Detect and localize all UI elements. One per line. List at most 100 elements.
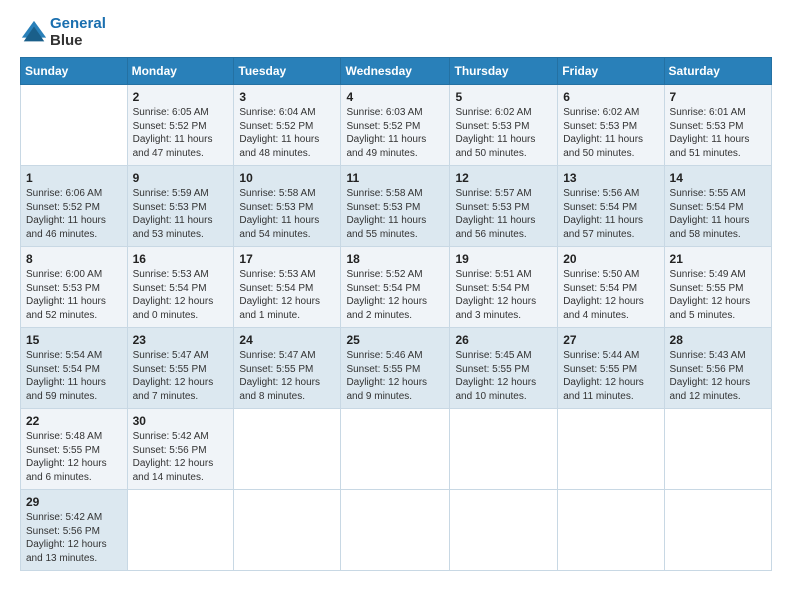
calendar-day-21: 21 Sunrise: 5:49 AM Sunset: 5:55 PM Dayli… (664, 247, 771, 328)
calendar-week-2: 1 Sunrise: 6:06 AM Sunset: 5:52 PM Daylig… (21, 166, 772, 247)
day-info: Sunrise: 6:00 AM Sunset: 5:53 PM Dayligh… (26, 268, 122, 322)
calendar-day-12: 12 Sunrise: 5:57 AM Sunset: 5:53 PM Dayli… (450, 166, 558, 247)
empty-cell (127, 490, 234, 571)
empty-cell (341, 490, 450, 571)
day-number: 18 (346, 252, 444, 266)
calendar-day-20: 20Sunrise: 5:50 AM Sunset: 5:54 PM Dayli… (558, 247, 664, 328)
calendar-day-14: 14Sunrise: 5:55 AM Sunset: 5:54 PM Dayli… (664, 166, 771, 247)
day-number: 11 (346, 171, 444, 185)
day-info: Sunrise: 5:49 AM Sunset: 5:55 PM Dayligh… (670, 268, 766, 322)
calendar-day-9: 9 Sunrise: 5:59 AM Sunset: 5:53 PM Daylig… (127, 166, 234, 247)
calendar-day-11: 11 Sunrise: 5:58 AM Sunset: 5:53 PM Dayli… (341, 166, 450, 247)
calendar-day-8: 8 Sunrise: 6:00 AM Sunset: 5:53 PM Daylig… (21, 247, 128, 328)
day-info: Sunrise: 5:53 AM Sunset: 5:54 PM Dayligh… (239, 268, 335, 322)
day-info: Sunrise: 5:45 AM Sunset: 5:55 PM Dayligh… (455, 349, 552, 403)
day-number: 16 (133, 252, 229, 266)
day-info: Sunrise: 5:51 AM Sunset: 5:54 PM Dayligh… (455, 268, 552, 322)
day-number: 6 (563, 90, 658, 104)
calendar-day-17: 17 Sunrise: 5:53 AM Sunset: 5:54 PM Dayli… (234, 247, 341, 328)
calendar-day-25: 25 Sunrise: 5:46 AM Sunset: 5:55 PM Dayli… (341, 328, 450, 409)
day-number: 1 (26, 171, 122, 185)
calendar-day-13: 13 Sunrise: 5:56 AM Sunset: 5:54 PM Dayli… (558, 166, 664, 247)
calendar-day-24: 24 Sunrise: 5:47 AM Sunset: 5:55 PM Dayli… (234, 328, 341, 409)
day-info: Sunrise: 6:01 AM Sunset: 5:53 PM Dayligh… (670, 106, 766, 160)
day-header-friday: Friday (558, 58, 664, 85)
day-number: 26 (455, 333, 552, 347)
day-header-monday: Monday (127, 58, 234, 85)
day-header-sunday: Sunday (21, 58, 128, 85)
calendar-day-30: 30 Sunrise: 5:42 AM Sunset: 5:56 PM Dayli… (127, 409, 234, 490)
day-number: 19 (455, 252, 552, 266)
calendar-table: SundayMondayTuesdayWednesdayThursdayFrid… (20, 57, 772, 571)
calendar-header-row: SundayMondayTuesdayWednesdayThursdayFrid… (21, 58, 772, 85)
day-info: Sunrise: 5:52 AM Sunset: 5:54 PM Dayligh… (346, 268, 444, 322)
day-info: Sunrise: 6:04 AM Sunset: 5:52 PM Dayligh… (239, 106, 335, 160)
calendar-week-1: 2Sunrise: 6:05 AM Sunset: 5:52 PM Daylig… (21, 85, 772, 166)
day-number: 3 (239, 90, 335, 104)
empty-cell (234, 409, 341, 490)
day-info: Sunrise: 5:59 AM Sunset: 5:53 PM Dayligh… (133, 187, 229, 241)
day-number: 25 (346, 333, 444, 347)
calendar-day-23: 23 Sunrise: 5:47 AM Sunset: 5:55 PM Dayli… (127, 328, 234, 409)
empty-cell (450, 490, 558, 571)
day-number: 15 (26, 333, 122, 347)
logo-text: General Blue (50, 16, 106, 49)
day-number: 13 (563, 171, 658, 185)
day-header-tuesday: Tuesday (234, 58, 341, 85)
day-number: 28 (670, 333, 766, 347)
day-number: 30 (133, 414, 229, 428)
day-info: Sunrise: 5:54 AM Sunset: 5:54 PM Dayligh… (26, 349, 122, 403)
day-info: Sunrise: 5:58 AM Sunset: 5:53 PM Dayligh… (346, 187, 444, 241)
day-info: Sunrise: 5:42 AM Sunset: 5:56 PM Dayligh… (133, 430, 229, 484)
logo: General Blue (20, 16, 106, 49)
day-header-thursday: Thursday (450, 58, 558, 85)
empty-cell (21, 85, 128, 166)
empty-cell (558, 490, 664, 571)
day-info: Sunrise: 5:42 AM Sunset: 5:56 PM Dayligh… (26, 511, 122, 565)
day-info: Sunrise: 5:43 AM Sunset: 5:56 PM Dayligh… (670, 349, 766, 403)
calendar-day-26: 26 Sunrise: 5:45 AM Sunset: 5:55 PM Dayli… (450, 328, 558, 409)
day-header-saturday: Saturday (664, 58, 771, 85)
day-info: Sunrise: 6:02 AM Sunset: 5:53 PM Dayligh… (455, 106, 552, 160)
calendar-day-2: 2Sunrise: 6:05 AM Sunset: 5:52 PM Daylig… (127, 85, 234, 166)
day-number: 17 (239, 252, 335, 266)
day-info: Sunrise: 5:46 AM Sunset: 5:55 PM Dayligh… (346, 349, 444, 403)
day-info: Sunrise: 5:58 AM Sunset: 5:53 PM Dayligh… (239, 187, 335, 241)
day-number: 4 (346, 90, 444, 104)
day-info: Sunrise: 5:47 AM Sunset: 5:55 PM Dayligh… (239, 349, 335, 403)
empty-cell (234, 490, 341, 571)
day-info: Sunrise: 5:55 AM Sunset: 5:54 PM Dayligh… (670, 187, 766, 241)
empty-cell (664, 490, 771, 571)
calendar-week-4: 15 Sunrise: 5:54 AM Sunset: 5:54 PM Dayli… (21, 328, 772, 409)
day-info: Sunrise: 5:48 AM Sunset: 5:55 PM Dayligh… (26, 430, 122, 484)
day-number: 23 (133, 333, 229, 347)
day-info: Sunrise: 6:03 AM Sunset: 5:52 PM Dayligh… (346, 106, 444, 160)
logo-icon (20, 19, 48, 47)
calendar-day-5: 5Sunrise: 6:02 AM Sunset: 5:53 PM Daylig… (450, 85, 558, 166)
page-header: General Blue (20, 16, 772, 49)
calendar-day-27: 27Sunrise: 5:44 AM Sunset: 5:55 PM Dayli… (558, 328, 664, 409)
day-number: 7 (670, 90, 766, 104)
day-info: Sunrise: 6:05 AM Sunset: 5:52 PM Dayligh… (133, 106, 229, 160)
day-info: Sunrise: 5:57 AM Sunset: 5:53 PM Dayligh… (455, 187, 552, 241)
day-info: Sunrise: 6:06 AM Sunset: 5:52 PM Dayligh… (26, 187, 122, 241)
day-info: Sunrise: 6:02 AM Sunset: 5:53 PM Dayligh… (563, 106, 658, 160)
day-number: 21 (670, 252, 766, 266)
day-number: 22 (26, 414, 122, 428)
day-number: 8 (26, 252, 122, 266)
calendar-day-29: 29Sunrise: 5:42 AM Sunset: 5:56 PM Dayli… (21, 490, 128, 571)
calendar-day-18: 18 Sunrise: 5:52 AM Sunset: 5:54 PM Dayli… (341, 247, 450, 328)
day-number: 9 (133, 171, 229, 185)
calendar-day-1: 1 Sunrise: 6:06 AM Sunset: 5:52 PM Daylig… (21, 166, 128, 247)
calendar-day-10: 10 Sunrise: 5:58 AM Sunset: 5:53 PM Dayli… (234, 166, 341, 247)
calendar-day-3: 3 Sunrise: 6:04 AM Sunset: 5:52 PM Daylig… (234, 85, 341, 166)
day-number: 24 (239, 333, 335, 347)
day-info: Sunrise: 5:56 AM Sunset: 5:54 PM Dayligh… (563, 187, 658, 241)
calendar-day-19: 19 Sunrise: 5:51 AM Sunset: 5:54 PM Dayli… (450, 247, 558, 328)
day-header-wednesday: Wednesday (341, 58, 450, 85)
empty-cell (450, 409, 558, 490)
calendar-day-16: 16Sunrise: 5:53 AM Sunset: 5:54 PM Dayli… (127, 247, 234, 328)
day-number: 12 (455, 171, 552, 185)
day-number: 10 (239, 171, 335, 185)
day-info: Sunrise: 5:47 AM Sunset: 5:55 PM Dayligh… (133, 349, 229, 403)
